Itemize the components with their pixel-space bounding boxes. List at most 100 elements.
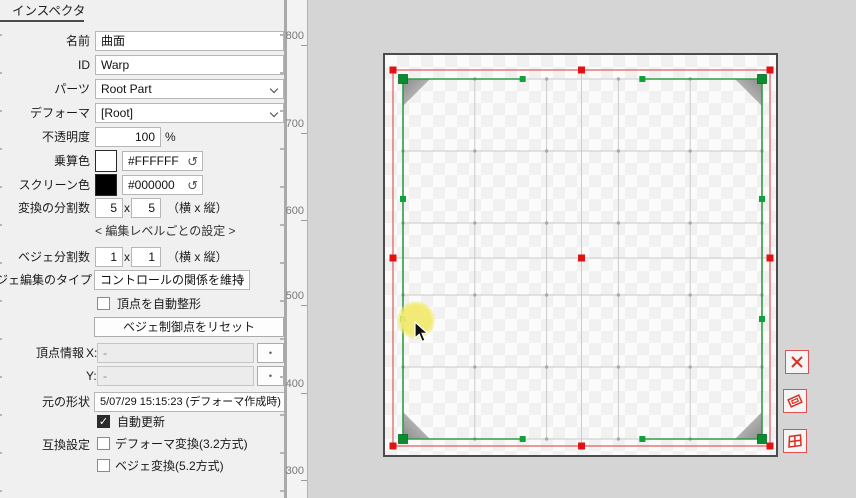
vertical-ruler: 800700600500400300 (287, 0, 308, 498)
bezier-divisions-x-input[interactable]: 1 (95, 247, 123, 267)
panel-edge-mark (0, 34, 2, 36)
divisions-separator: x (124, 198, 130, 218)
grid-vertex-dot (473, 365, 476, 368)
deformer-handle-red[interactable] (390, 255, 397, 262)
compat-deformer-checkbox[interactable] (97, 437, 110, 450)
deformer-handle-red[interactable] (767, 255, 774, 262)
ruler-label: 600 (284, 205, 304, 217)
screen-hex-value: #000000 (128, 178, 175, 192)
opacity-input[interactable]: 100 (95, 127, 161, 147)
reset-color-icon[interactable]: ↺ (187, 177, 198, 195)
deformer-value: [Root] (101, 106, 133, 120)
ruler-label: 300 (284, 465, 304, 477)
grid-vertex-dot (689, 149, 692, 152)
deformer-handle-red[interactable] (578, 67, 585, 74)
reset-bezier-points-button[interactable]: ベジェ制御点をリセット (94, 317, 284, 337)
id-label: ID (0, 55, 90, 75)
name-label: 名前 (0, 31, 90, 51)
grid-vertex-dot (617, 293, 620, 296)
bezier-control-handle[interactable] (639, 76, 645, 82)
panel-edge-mark (0, 452, 2, 454)
multiply-color-label: 乗算色 (0, 151, 90, 171)
grid-vertex-dot (545, 365, 548, 368)
deformer-handle-red[interactable] (767, 443, 774, 450)
bezier-control-handle[interactable] (400, 196, 406, 202)
bezier-corner-handle[interactable] (758, 75, 767, 84)
deformer-label: デフォーマ (0, 103, 90, 123)
bezier-type-dropdown[interactable]: コントロールの関係を維持 (94, 270, 250, 290)
tab-inspector[interactable]: インスペクタ (12, 3, 85, 20)
deformer-handle-red[interactable] (390, 67, 397, 74)
grid-vertex-dot (545, 149, 548, 152)
grid-vertex-dot (473, 221, 476, 224)
grid-vertex-dot (689, 365, 692, 368)
bezier-control-handle[interactable] (520, 436, 526, 442)
edit-level-header: < 編集レベルごとの設定 > (95, 222, 235, 239)
id-input[interactable]: Warp (95, 55, 284, 75)
grid-vertex-dot (617, 77, 620, 80)
auto-update-label: 自動更新 (117, 414, 165, 430)
bezier-control-handle[interactable] (759, 196, 765, 202)
panel-edge-mark (280, 148, 284, 150)
divisions-suffix: （横 x 縦） (167, 198, 228, 218)
chevron-down-icon (270, 85, 278, 93)
deformer-handle-red[interactable] (578, 255, 585, 262)
compat-bezier-checkbox[interactable] (97, 459, 110, 472)
panel-edge-mark (280, 300, 284, 302)
vertex-x-field: - (97, 343, 254, 363)
divisions-x-input[interactable]: 5 (95, 198, 123, 218)
panel-edge-mark (0, 490, 2, 492)
ruler-tick (301, 480, 307, 481)
original-shape-field[interactable]: 5/07/29 15:15:23 (デフォーマ作成時) (94, 392, 285, 412)
bezier-control-handle[interactable] (639, 436, 645, 442)
screen-color-swatch[interactable] (95, 174, 117, 196)
deformer-handle-red[interactable] (390, 443, 397, 450)
screen-hex-input[interactable]: #000000 ↺ (122, 175, 203, 195)
grid-vertex-dot (545, 77, 548, 80)
ruler-label: 400 (284, 378, 304, 390)
bezier-divisions-y-input[interactable]: 1 (131, 247, 161, 267)
ruler-label: 500 (284, 290, 304, 302)
reset-color-icon[interactable]: ↺ (187, 153, 198, 171)
bezier-corner-handle[interactable] (399, 75, 408, 84)
name-input[interactable]: 曲面 (95, 31, 284, 51)
deformer-handle-red[interactable] (578, 443, 585, 450)
panel-edge-mark (0, 72, 2, 74)
panel-edge-mark (0, 186, 2, 188)
multiply-hex-input[interactable]: #FFFFFF ↺ (122, 151, 203, 171)
vertex-x-detail-button[interactable]: • (257, 343, 284, 363)
chevron-down-icon (270, 109, 278, 117)
panel-edge-mark (0, 262, 2, 264)
delete-deformer-button[interactable] (785, 350, 809, 374)
rotate-deformer-button[interactable] (783, 389, 807, 413)
ruler-tick (301, 220, 307, 221)
bezier-divisions-separator: x (124, 247, 130, 267)
multiply-color-swatch[interactable] (95, 150, 117, 172)
auto-update-checkbox[interactable]: ✓ (97, 415, 110, 428)
bezier-type-value: コントロールの関係を維持 (100, 273, 244, 287)
auto-reshape-label: 頂点を自動整形 (117, 296, 201, 312)
opacity-label: 不透明度 (0, 127, 90, 147)
divisions-label: 変換の分割数 (0, 198, 90, 218)
grid-vertex-dot (617, 221, 620, 224)
ruler-tick (301, 393, 307, 394)
panel-edge-mark (280, 262, 284, 264)
grid-vertex-dot (473, 293, 476, 296)
deformer-handle-red[interactable] (767, 67, 774, 74)
ruler-tick (301, 45, 307, 46)
bezier-corner-handle[interactable] (758, 435, 767, 444)
bezier-control-handle[interactable] (759, 316, 765, 322)
grid-vertex-dot (617, 365, 620, 368)
panel-edge-mark (280, 490, 284, 492)
panel-edge-mark (0, 224, 2, 226)
bezier-control-handle[interactable] (520, 76, 526, 82)
original-shape-label: 元の形状 (0, 392, 90, 412)
app-root: インスペクタ 名前 曲面 ID Warp パーツ Root Part デフォーマ… (0, 0, 856, 498)
parts-value: Root Part (101, 82, 152, 96)
convert-warp-grid-button[interactable] (783, 429, 807, 453)
auto-reshape-checkbox[interactable] (97, 297, 110, 310)
parts-dropdown[interactable]: Root Part (95, 79, 284, 99)
deformer-dropdown[interactable]: [Root] (95, 103, 284, 123)
divisions-y-input[interactable]: 5 (131, 198, 161, 218)
bezier-corner-handle[interactable] (399, 435, 408, 444)
